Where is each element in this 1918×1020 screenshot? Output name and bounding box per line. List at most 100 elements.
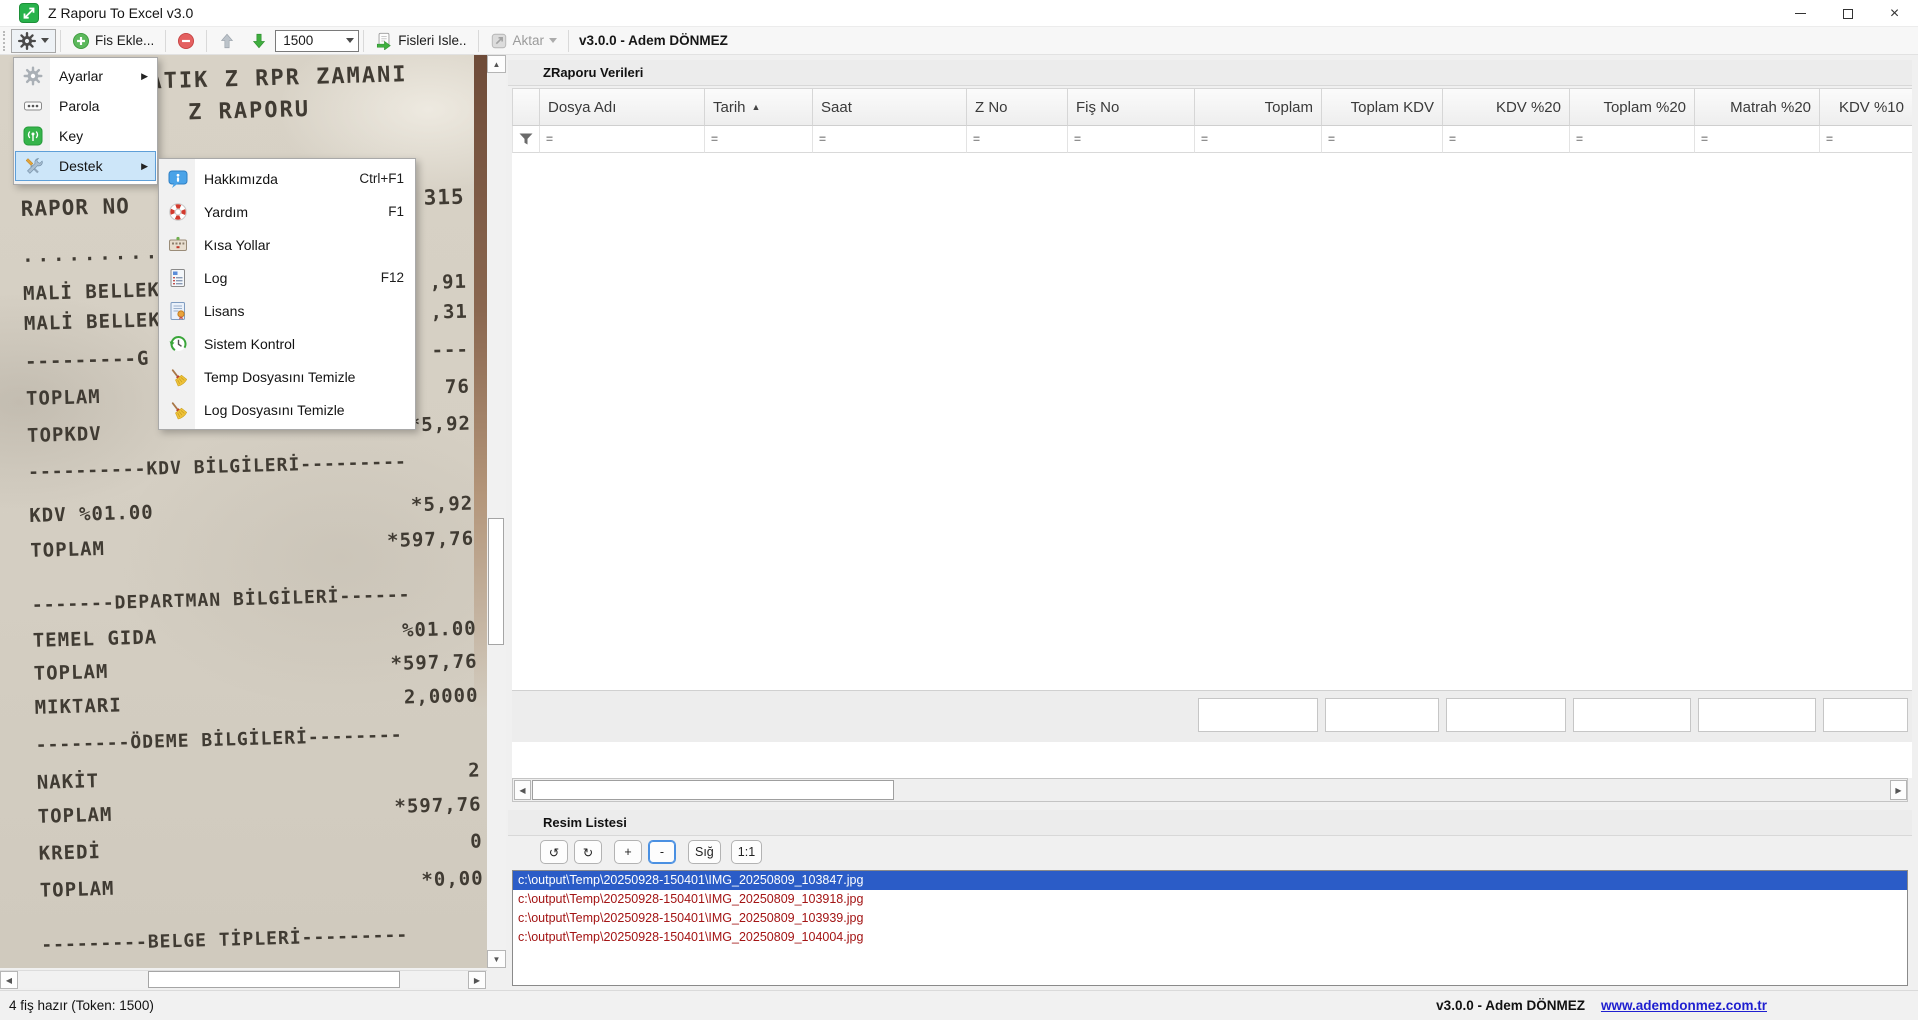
receipt-line: KDV %01.00 *5,92 (29, 493, 473, 527)
filter-cell-fis-no[interactable]: = (1068, 126, 1195, 153)
toolbar-separator (60, 30, 61, 52)
toolbar-separator (206, 30, 207, 52)
scroll-left-button[interactable]: ◀ (514, 780, 531, 800)
aktar-button[interactable]: Aktar (483, 29, 565, 53)
status-message: 4 fiş hazır (Token: 1500) (9, 998, 154, 1013)
menu-item-log[interactable]: Log F12 (160, 261, 414, 294)
filter-cell-toplam-kdv[interactable]: = (1322, 126, 1443, 153)
menu-item-yardim[interactable]: Yardım F1 (160, 195, 414, 228)
menu-item-log-temizle[interactable]: Log Dosyasını Temizle (160, 393, 414, 426)
menu-item-lisans[interactable]: Lisans (160, 294, 414, 327)
sort-ascending-icon: ▲ (752, 102, 761, 112)
remove-button[interactable] (170, 29, 202, 53)
horizontal-scroll-thumb[interactable] (532, 780, 894, 800)
vertical-scroll-thumb[interactable] (488, 518, 504, 645)
image-file-item[interactable]: c:\output\Temp\20250928-150401\IMG_20250… (513, 871, 1907, 890)
image-file-item[interactable]: c:\output\Temp\20250928-150401\IMG_20250… (513, 890, 1907, 909)
menu-item-ayarlar[interactable]: Ayarlar ▶ (15, 61, 156, 91)
grid-footer-gap (512, 742, 1912, 778)
column-header[interactable]: ▲ (512, 88, 540, 126)
website-link[interactable]: www.ademdonmez.com.tr (1601, 998, 1767, 1013)
menu-item-hakkimizda[interactable]: Hakkımızda Ctrl+F1 (160, 162, 414, 195)
move-down-button[interactable] (243, 29, 275, 53)
receipt-line: TEMEL GIDA %01.00 (33, 617, 477, 651)
scroll-down-button[interactable]: ▼ (487, 950, 506, 968)
menu-item-temp-temizle[interactable]: Temp Dosyasını Temizle (160, 360, 414, 393)
grid-filter-row: = = = = = = = = = = = (512, 126, 1912, 153)
image-tool-button[interactable]: 1:1 (731, 840, 762, 864)
resim-listesi-panel: Resim Listesi ↺ ↻ + - Sığ 1:1 c:\output\… (508, 810, 1912, 988)
image-tool-button[interactable]: ↻ (574, 840, 602, 864)
equals-icon: = (1449, 132, 1456, 146)
image-file-item[interactable]: c:\output\Temp\20250928-150401\IMG_20250… (513, 928, 1907, 947)
fisleri-isle-button[interactable]: Fisleri Isle.. (368, 29, 473, 53)
menu-item-destek[interactable]: Destek ▶ (15, 151, 156, 181)
fis-ekle-label: Fis Ekle... (95, 33, 154, 48)
fis-ekle-button[interactable]: Fis Ekle... (65, 29, 161, 53)
image-file-list[interactable]: c:\output\Temp\20250928-150401\IMG_20250… (512, 870, 1908, 986)
column-header[interactable]: Toplam ▲ (1195, 88, 1322, 126)
column-header[interactable]: Matrah %20 ▲ (1695, 88, 1820, 126)
minimize-button[interactable] (1777, 0, 1824, 27)
menu-item-kisa-yollar[interactable]: Kısa Yollar (160, 228, 414, 261)
image-toolbar: ↺ ↻ + - Sığ 1:1 (508, 836, 1912, 868)
column-header[interactable]: Toplam %20 ▲ (1570, 88, 1695, 126)
filter-funnel-icon (519, 133, 533, 145)
column-header-label: Toplam %20 (1603, 99, 1686, 116)
summary-total-box (1573, 698, 1691, 732)
column-header[interactable]: Fiş No ▲ (1068, 88, 1195, 126)
filter-cell-saat[interactable]: = (813, 126, 967, 153)
column-header-label: KDV %20 (1496, 99, 1561, 116)
scroll-right-button[interactable]: ▶ (1890, 780, 1907, 800)
column-header[interactable]: Saat ▲ (813, 88, 967, 126)
grid-horizontal-scrollbar[interactable]: ◀ ▶ (512, 778, 1908, 802)
column-header[interactable]: KDV %20 ▲ (1443, 88, 1570, 126)
panel-caption: ZRaporu Verileri (508, 60, 1912, 86)
grid-data-area[interactable] (512, 153, 1912, 690)
receipt-horizontal-scrollbar[interactable]: ◀ ▶ (0, 970, 487, 988)
receipt-vertical-scrollbar[interactable]: ▲ ▼ (487, 55, 506, 968)
maximize-button[interactable] (1824, 0, 1871, 27)
image-tool-button[interactable]: ↺ (540, 840, 568, 864)
filter-cell-dosya-adi[interactable]: = (540, 126, 705, 153)
filter-cell-matrah-20[interactable]: = (1695, 126, 1820, 153)
menu-shortcut: Ctrl+F1 (359, 171, 414, 186)
status-bar: 4 fiş hazır (Token: 1500) v3.0.0 - Adem … (0, 990, 1918, 1020)
filter-row-indicator[interactable] (512, 126, 540, 153)
filter-cell-kdv-10[interactable]: = (1820, 126, 1912, 153)
image-tool-button[interactable]: + (614, 840, 642, 864)
column-header[interactable]: Dosya Adı ▲ (540, 88, 705, 126)
menu-item-label: Log Dosyasını Temizle (204, 402, 345, 418)
scroll-right-button[interactable]: ▶ (468, 971, 486, 989)
filter-cell-z-no[interactable]: = (967, 126, 1068, 153)
menu-item-sistem-kontrol[interactable]: Sistem Kontrol (160, 327, 414, 360)
image-file-item[interactable]: c:\output\Temp\20250928-150401\IMG_20250… (513, 909, 1907, 928)
menu-item-key[interactable]: Key (15, 121, 156, 151)
column-header-label: Fiş No (1076, 99, 1119, 116)
column-header[interactable]: Toplam KDV ▲ (1322, 88, 1443, 126)
application-window: Z Raporu To Excel v3.0 × Fis Ekle... (0, 0, 1918, 1020)
image-tool-button[interactable]: - (648, 840, 676, 864)
title-bar: Z Raporu To Excel v3.0 × (0, 0, 1918, 27)
menu-item-parola[interactable]: Parola (15, 91, 156, 121)
scroll-left-button[interactable]: ◀ (0, 971, 18, 989)
scroll-up-button[interactable]: ▲ (487, 55, 506, 73)
image-tool-button[interactable]: Sığ (688, 840, 721, 864)
filter-cell-tarih[interactable]: = (705, 126, 813, 153)
horizontal-scroll-thumb[interactable] (148, 971, 400, 988)
column-header[interactable]: KDV %10 ▲ (1820, 88, 1912, 126)
close-button[interactable]: × (1871, 0, 1918, 27)
column-header[interactable]: Z No ▲ (967, 88, 1068, 126)
filter-cell-toplam-20[interactable]: = (1570, 126, 1695, 153)
column-header[interactable]: Tarih ▲ (705, 88, 813, 126)
menu-item-label: Destek (59, 158, 103, 174)
summary-total-box (1698, 698, 1816, 732)
equals-icon: = (1576, 132, 1583, 146)
gear-icon (18, 32, 36, 50)
move-up-button[interactable] (211, 29, 243, 53)
toolbar-grip[interactable] (3, 31, 8, 51)
filter-cell-toplam[interactable]: = (1195, 126, 1322, 153)
settings-menu-button[interactable] (11, 29, 56, 53)
filter-cell-kdv-20[interactable]: = (1443, 126, 1570, 153)
token-combobox[interactable]: 1500 (275, 30, 359, 52)
